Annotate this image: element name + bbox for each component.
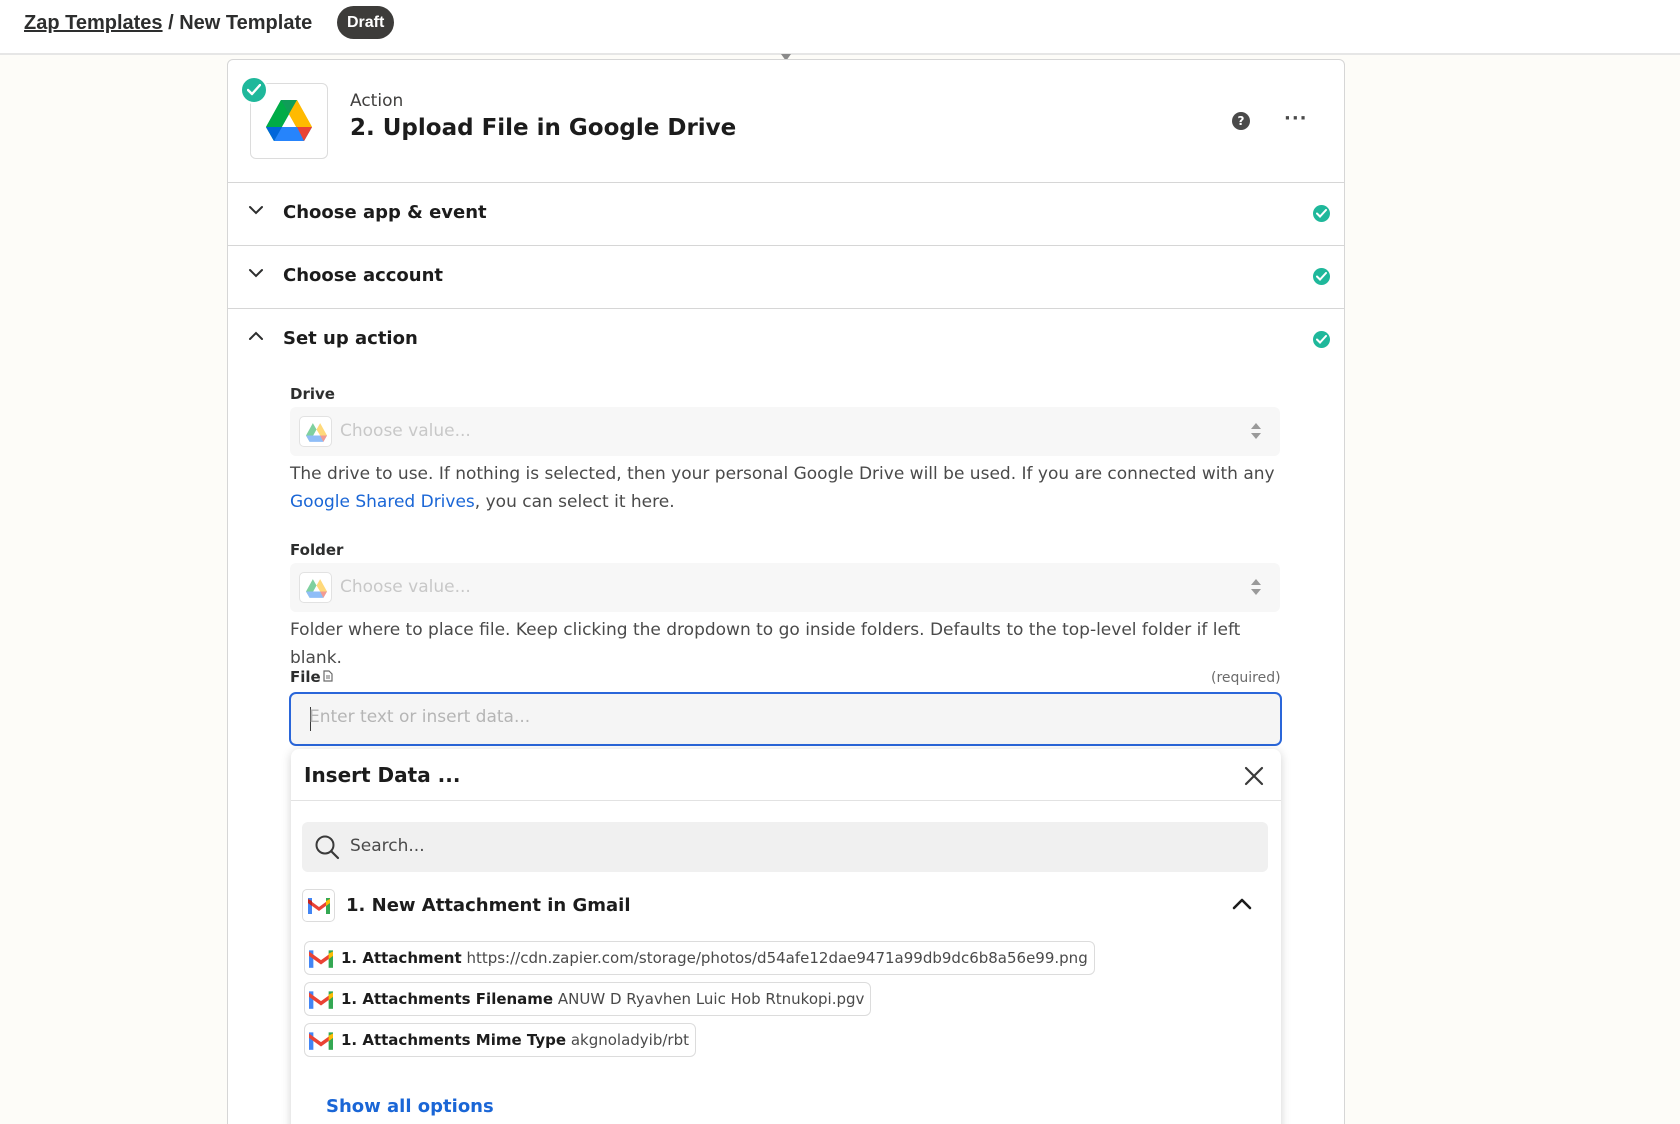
item-value: ANUW D Ryavhen Luic Hob Rtnukopi.pgv: [557, 990, 865, 1008]
drive-help-prefix: The drive to use. If nothing is selected…: [290, 464, 1275, 484]
chevron-up-icon[interactable]: [1232, 897, 1252, 911]
section-set-up-action[interactable]: Set up action: [228, 308, 1344, 370]
step-complete-check-icon: [240, 76, 268, 104]
search-input[interactable]: [350, 836, 1230, 856]
folder-select[interactable]: Choose value...: [290, 563, 1280, 612]
check-circle-icon: [1313, 268, 1330, 285]
breadcrumb-separator: /: [162, 12, 180, 34]
item-value: akgnoladyib/rbt: [570, 1031, 689, 1049]
required-indicator: (required): [1211, 670, 1281, 686]
chevron-down-icon: [249, 206, 263, 215]
file-field-label: File: [290, 668, 321, 686]
gmail-icon: [308, 898, 330, 914]
status-badge: Draft: [337, 6, 395, 39]
check-circle-icon: [1313, 205, 1330, 222]
google-drive-icon: [299, 572, 332, 603]
breadcrumb: Zap Templates / New Template: [24, 10, 312, 36]
chevron-down-icon: [249, 269, 263, 278]
select-updown-icon: [1251, 579, 1261, 595]
search-icon: [315, 835, 340, 860]
section-choose-app-event[interactable]: Choose app & event: [228, 182, 1344, 244]
file-input[interactable]: [289, 692, 1282, 746]
breadcrumb-zap-templates-link[interactable]: Zap Templates: [24, 12, 163, 34]
gmail-group-title: 1. New Attachment in Gmail: [346, 895, 631, 916]
check-circle-icon: [1313, 331, 1330, 348]
top-bar: Zap Templates / New Template Draft: [0, 0, 1680, 55]
insert-data-search[interactable]: [302, 822, 1268, 872]
drive-help-text: The drive to use. If nothing is selected…: [290, 460, 1290, 516]
step-kicker: Action: [350, 91, 404, 111]
divider: [291, 800, 1281, 801]
item-key: 1. Attachments Mime Type: [341, 1031, 567, 1049]
section-label: Choose account: [283, 265, 444, 286]
gmail-icon: [309, 1032, 333, 1050]
gmail-group-header[interactable]: 1. New Attachment in Gmail: [302, 889, 1268, 925]
insert-data-item[interactable]: 1. Attachments Filename ANUW D Ryavhen L…: [304, 982, 872, 1016]
section-label: Set up action: [283, 328, 418, 349]
section-label: Choose app & event: [283, 202, 487, 223]
close-icon[interactable]: [1243, 765, 1265, 787]
insert-data-item[interactable]: 1. Attachments Mime Type akgnoladyib/rbt: [304, 1023, 696, 1057]
ellipsis-icon[interactable]: ···: [1284, 108, 1308, 129]
select-updown-icon: [1251, 423, 1261, 439]
file-input-field[interactable]: [309, 707, 1209, 727]
question-circle-icon[interactable]: ?: [1232, 112, 1250, 130]
insert-data-popover: Insert Data ... 1. New Attachment in Gma…: [291, 749, 1281, 1124]
gmail-icon: [309, 950, 333, 968]
folder-select-placeholder: Choose value...: [340, 577, 471, 597]
folder-help-text: Folder where to place file. Keep clickin…: [290, 620, 1241, 668]
gmail-icon: [309, 991, 333, 1009]
item-key: 1. Attachment: [341, 949, 462, 967]
drive-select-placeholder: Choose value...: [340, 421, 471, 441]
drive-help-suffix: , you can select it here.: [474, 492, 675, 512]
insert-data-item[interactable]: 1. Attachment https://cdn.zapier.com/sto…: [304, 941, 1095, 975]
step-title: 2. Upload File in Google Drive: [350, 115, 737, 141]
show-all-options-link[interactable]: Show all options: [326, 1096, 494, 1117]
chevron-up-icon: [249, 331, 263, 340]
google-drive-icon: [266, 100, 312, 141]
breadcrumb-current: New Template: [179, 12, 313, 34]
google-shared-drives-link[interactable]: Google Shared Drives: [290, 492, 475, 512]
step-card: Action 2. Upload File in Google Drive ? …: [227, 59, 1345, 1124]
insert-data-title: Insert Data ...: [304, 763, 461, 787]
folder-field-label: Folder: [290, 541, 344, 559]
item-value: https://cdn.zapier.com/storage/photos/d5…: [466, 949, 1088, 967]
item-key: 1. Attachments Filename: [341, 990, 554, 1008]
drive-select[interactable]: Choose value...: [290, 407, 1280, 456]
google-drive-icon: [299, 416, 332, 447]
section-choose-account[interactable]: Choose account: [228, 245, 1344, 307]
drive-field-label: Drive: [290, 385, 335, 403]
document-icon: [323, 670, 333, 682]
gmail-icon-tile: [302, 889, 335, 922]
